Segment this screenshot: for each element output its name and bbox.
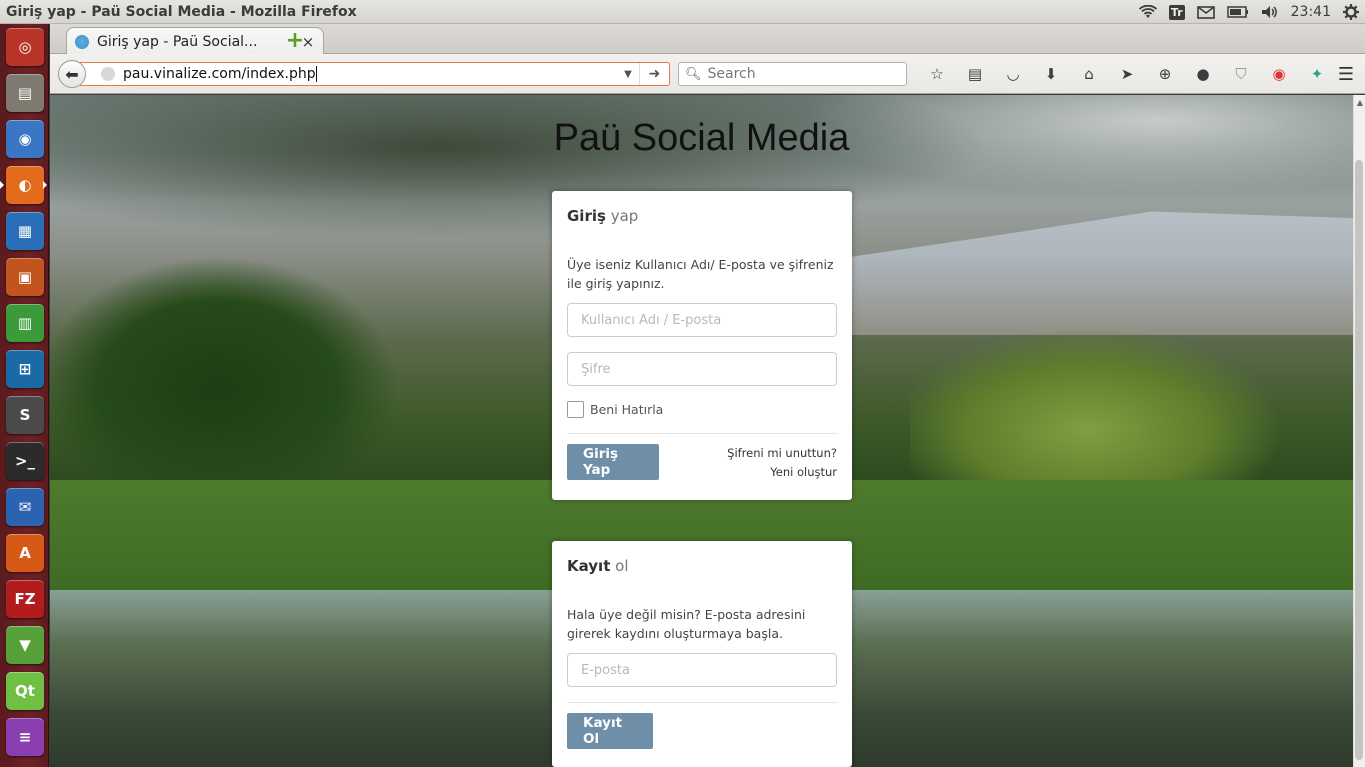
scrollbar-thumb[interactable]: [1355, 160, 1363, 760]
translate-icon[interactable]: ✦: [1298, 62, 1336, 86]
back-arrow-icon: ⬅: [65, 64, 79, 84]
username-input[interactable]: Kullanıcı Adı / E-posta: [567, 303, 837, 337]
tab-bar: Giriş yap - Paü Social... × +: [50, 24, 1365, 55]
login-button[interactable]: Giriş Yap: [567, 444, 659, 480]
shield-icon[interactable]: ⛉: [1222, 62, 1260, 86]
register-email-input[interactable]: E-posta: [567, 653, 837, 687]
launcher-libreoffice-writer-icon[interactable]: ▦: [6, 212, 44, 250]
globe-icon[interactable]: [101, 67, 115, 81]
login-divider: [567, 433, 837, 434]
clock[interactable]: 23:41: [1291, 0, 1331, 24]
login-title-bold: Giriş: [567, 207, 606, 225]
launcher-app-stack-icon[interactable]: ≡: [6, 718, 44, 756]
new-tab-button[interactable]: +: [284, 28, 306, 53]
launcher: ◎ ▤ ◉ ◐ ▦ ▣ ▥ ⊞ S >_ ✉ A FZ ▼ Qt ≡: [0, 24, 49, 767]
toolbar-icons: ☆ ▤ ◡ ⬇ ⌂ ➤ ⊕ ● ⛉ ◉ ✦: [918, 62, 1336, 86]
navigation-bar: pau.vinalize.com/index.php ▼ ➜ ⬅ 🔍︎ Sear…: [50, 54, 1365, 94]
wifi-icon[interactable]: [1138, 0, 1157, 24]
launcher-terminal-icon[interactable]: >_: [6, 442, 44, 480]
login-description: Üye iseniz Kullanıcı Adı/ E-posta ve şif…: [567, 257, 834, 291]
indicator-area: Tr 23:41: [1138, 0, 1359, 24]
register-divider: [567, 702, 837, 703]
url-text: pau.vinalize.com/index.php: [123, 66, 316, 82]
launcher-sublime-text-icon[interactable]: S: [6, 396, 44, 434]
search-icon: 🔍︎: [685, 66, 702, 82]
keyboard-layout-label: Tr: [1168, 4, 1185, 20]
keyboard-layout-indicator[interactable]: Tr: [1168, 0, 1185, 24]
url-input[interactable]: pau.vinalize.com/index.php: [123, 66, 617, 82]
site-brand-title: Paü Social Media: [553, 117, 850, 159]
search-bar[interactable]: 🔍︎ Search: [678, 62, 907, 86]
login-actions: Giriş Yap Şifreni mi unuttun? Yeni oluşt…: [567, 444, 837, 482]
password-input[interactable]: Şifre: [567, 352, 837, 386]
globe-addon-icon[interactable]: ⊕: [1146, 62, 1184, 86]
remember-me-label: Beni Hatırla: [590, 402, 664, 417]
color-wheel-icon[interactable]: ◉: [1260, 62, 1298, 86]
window-title: Giriş yap - Paü Social Media - Mozilla F…: [6, 3, 357, 20]
launcher-qt-creator-icon[interactable]: Qt: [6, 672, 44, 710]
text-caret: [315, 66, 317, 82]
launcher-software-center-icon[interactable]: A: [6, 534, 44, 572]
gear-icon[interactable]: [1343, 0, 1359, 24]
back-button[interactable]: ⬅: [58, 60, 86, 88]
home-icon[interactable]: ⌂: [1070, 62, 1108, 86]
download-icon[interactable]: ⬇: [1032, 62, 1070, 86]
launcher-files-icon[interactable]: ▤: [6, 74, 44, 112]
launcher-dash-home-icon[interactable]: ◎: [6, 28, 44, 66]
chat-icon[interactable]: ●: [1184, 62, 1222, 86]
forgot-password-link[interactable]: Şifreni mi unuttun?: [727, 444, 837, 463]
launcher-thunderbird-icon[interactable]: ✉: [6, 488, 44, 526]
tab-favicon-icon: [75, 34, 89, 49]
page-content: Paü Social Media Giriş yap Üye iseniz Ku…: [50, 95, 1353, 767]
url-bar[interactable]: pau.vinalize.com/index.php ▼ ➜: [80, 62, 670, 86]
go-arrow-icon[interactable]: ➜: [639, 63, 669, 85]
pocket-icon[interactable]: ◡: [994, 62, 1032, 86]
launcher-firefox-icon[interactable]: ◐: [6, 166, 47, 204]
launcher-filezilla-icon[interactable]: FZ: [6, 580, 44, 618]
reading-list-icon[interactable]: ▤: [956, 62, 994, 86]
login-title: Giriş yap: [567, 207, 837, 225]
register-title: Kayıt ol: [567, 557, 837, 575]
launcher-chromium-icon[interactable]: ◉: [6, 120, 44, 158]
hamburger-menu-icon[interactable]: ☰: [1333, 62, 1359, 86]
create-account-link[interactable]: Yeni oluştur: [727, 463, 837, 482]
top-panel: Giriş yap - Paü Social Media - Mozilla F…: [0, 0, 1365, 24]
register-description: Hala üye değil misin? E-posta adresini g…: [567, 607, 806, 641]
url-history-dropdown-icon[interactable]: ▼: [617, 69, 639, 80]
volume-icon[interactable]: [1261, 0, 1279, 24]
launcher-app-blue-icon[interactable]: ⊞: [6, 350, 44, 388]
send-icon[interactable]: ➤: [1108, 62, 1146, 86]
remember-me-row[interactable]: Beni Hatırla: [567, 401, 837, 418]
launcher-app-green-icon[interactable]: ▼: [6, 626, 44, 664]
search-input[interactable]: Search: [708, 66, 756, 82]
launcher-libreoffice-calc-icon[interactable]: ▥: [6, 304, 44, 342]
scroll-up-arrow-icon[interactable]: ▲: [1357, 98, 1363, 107]
tab-title: Giriş yap - Paü Social...: [97, 33, 258, 50]
register-title-bold: Kayıt: [567, 557, 611, 575]
mail-icon[interactable]: [1196, 0, 1215, 24]
register-actions: Kayıt Ol: [567, 713, 837, 749]
login-card: Giriş yap Üye iseniz Kullanıcı Adı/ E-po…: [552, 191, 852, 500]
register-card: Kayıt ol Hala üye değil misin? E-posta a…: [552, 541, 852, 767]
register-title-light: ol: [615, 557, 629, 575]
bookmark-star-icon[interactable]: ☆: [918, 62, 956, 86]
login-links: Şifreni mi unuttun? Yeni oluştur: [727, 444, 837, 482]
launcher-libreoffice-impress-icon[interactable]: ▣: [6, 258, 44, 296]
remember-me-checkbox[interactable]: [567, 401, 584, 418]
battery-icon[interactable]: [1226, 0, 1249, 24]
register-button[interactable]: Kayıt Ol: [567, 713, 653, 749]
login-title-light: yap: [610, 207, 639, 225]
